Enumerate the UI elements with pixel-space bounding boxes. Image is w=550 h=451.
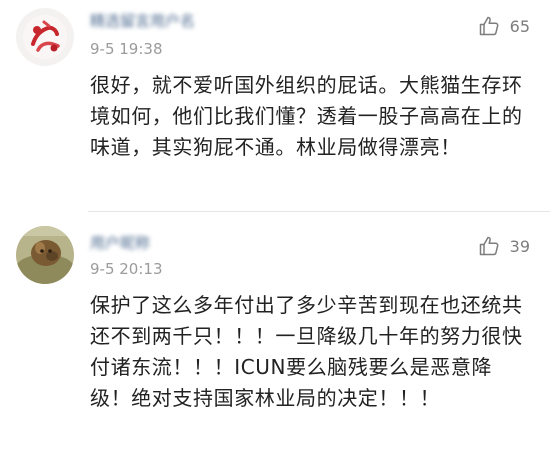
- thumbs-up-icon: [479, 236, 499, 256]
- timestamp: 9-5 20:13: [90, 260, 163, 278]
- like-count: 39: [509, 236, 530, 256]
- like-count: 65: [509, 16, 530, 36]
- comment-text: 很好，就不爱听国外组织的屁话。大熊猫生存环境如何，他们比我们懂？透着一股子高高在…: [90, 73, 523, 159]
- username[interactable]: 精选留言用户名: [90, 12, 240, 30]
- like-button[interactable]: 65: [477, 14, 530, 38]
- like-button[interactable]: 39: [477, 234, 530, 258]
- thumbs-up-icon: [479, 16, 499, 36]
- username[interactable]: 用户昵称: [90, 234, 180, 252]
- timestamp: 9-5 19:38: [90, 40, 163, 58]
- comment-item: 用户昵称 9-5 20:13 39 保护了这么多年付出了多少辛苦到现在也还统共还…: [0, 212, 550, 451]
- comment-item: 精选留言用户名 9-5 19:38 65 很好，就不爱听国外组织的屁话。大熊猫生…: [0, 0, 550, 211]
- avatar[interactable]: [16, 8, 74, 66]
- brown-animal-photo-avatar-icon: [16, 226, 74, 284]
- avatar[interactable]: [16, 226, 74, 284]
- comment-text: 保护了这么多年付出了多少辛苦到现在也还统共还不到两千只！！！一旦降级几十年的努力…: [90, 293, 523, 410]
- red-white-abstract-avatar-icon: [16, 8, 74, 66]
